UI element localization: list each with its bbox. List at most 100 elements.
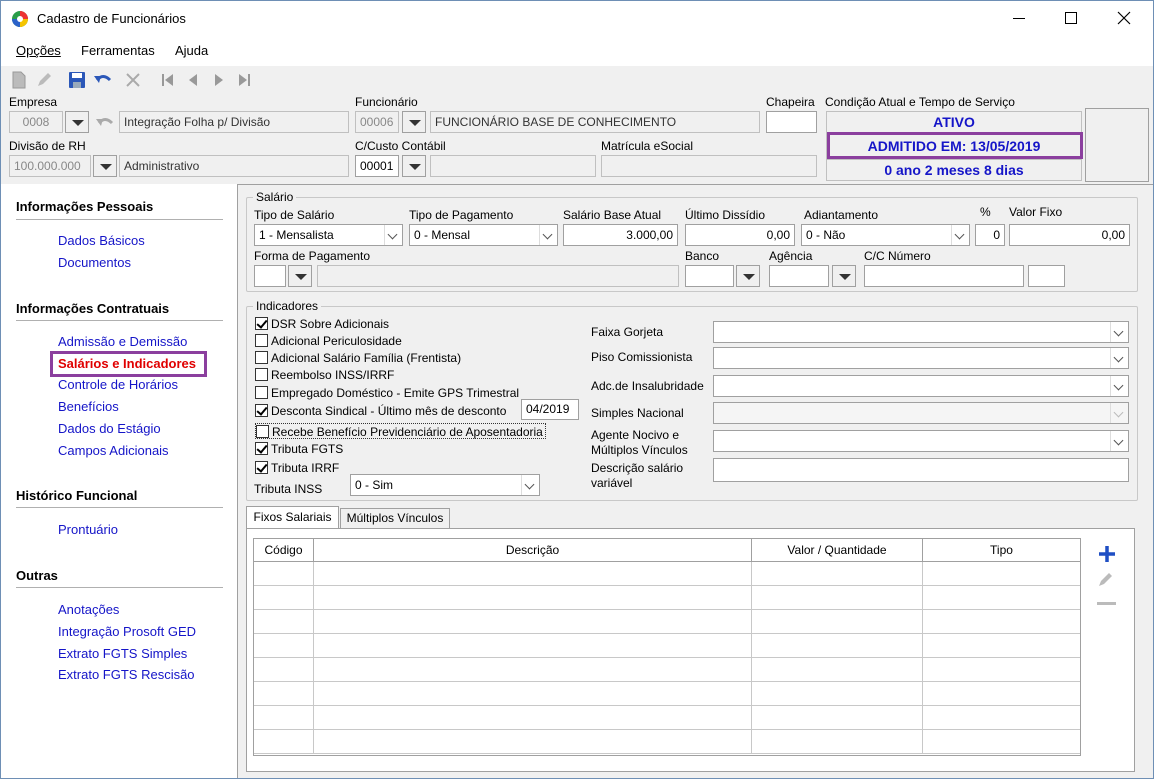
table-cell[interactable] [314, 562, 752, 586]
faixa-gorjeta-select[interactable] [713, 321, 1129, 343]
sidebar-item-documentos[interactable]: Documentos [58, 255, 131, 270]
delete-x-icon[interactable] [125, 72, 141, 88]
tab-fixos-salariais[interactable]: Fixos Salariais [246, 506, 339, 529]
sidebar-item-extrato-fgts-simples[interactable]: Extrato FGTS Simples [58, 646, 187, 661]
table-cell[interactable] [254, 682, 314, 706]
piso-comissionista-select[interactable] [713, 347, 1129, 369]
check-beneficio-aposentadoria[interactable]: Recebe Benefício Previdenciário de Apose… [255, 423, 546, 439]
menu-ajuda[interactable]: Ajuda [175, 43, 208, 58]
simples-nacional-select[interactable] [713, 402, 1129, 424]
table-cell[interactable] [923, 562, 1080, 586]
minimize-icon[interactable] [1013, 18, 1025, 19]
empresa-code-field[interactable]: 0008 [9, 111, 63, 133]
matricula-field[interactable] [601, 155, 817, 177]
forma-pagamento-code[interactable] [254, 265, 286, 287]
sidebar-item-campos-adicionais[interactable]: Campos Adicionais [58, 443, 169, 458]
table-cell[interactable] [254, 610, 314, 634]
refresh-arrow-icon[interactable] [94, 113, 116, 131]
check-dsr-adicionais[interactable]: DSR Sobre Adicionais [255, 316, 389, 332]
banco-field[interactable] [685, 265, 734, 287]
banco-dropdown[interactable] [736, 265, 760, 287]
salario-base-field[interactable]: 3.000,00 [563, 224, 678, 246]
edit-pencil-icon[interactable] [1097, 570, 1115, 588]
check-empregado-domestico[interactable]: Empregado Doméstico - Emite GPS Trimestr… [255, 385, 519, 401]
table-cell[interactable] [923, 610, 1080, 634]
custo-code-field[interactable]: 00001 [355, 155, 399, 177]
last-record-icon[interactable] [237, 73, 251, 87]
undo-icon[interactable] [93, 71, 113, 89]
adiantamento-select[interactable]: 0 - Não [801, 224, 970, 246]
sidebar-item-extrato-fgts-rescisao[interactable]: Extrato FGTS Rescisão [58, 667, 195, 682]
check-desconta-sindical[interactable]: Desconta Sindical - Último mês de descon… [255, 403, 506, 419]
divisao-dropdown-button[interactable] [93, 155, 117, 177]
table-cell[interactable] [254, 634, 314, 658]
column-descricao[interactable]: Descrição [314, 539, 752, 562]
table-cell[interactable] [254, 658, 314, 682]
add-plus-icon[interactable] [1097, 544, 1117, 564]
tipo-salario-select[interactable]: 1 - Mensalista [254, 224, 403, 246]
table-cell[interactable] [254, 586, 314, 610]
forma-pagamento-dropdown[interactable] [288, 265, 312, 287]
table-cell[interactable] [314, 610, 752, 634]
remove-minus-icon[interactable] [1097, 602, 1116, 605]
table-cell[interactable] [254, 706, 314, 730]
column-tipo[interactable]: Tipo [923, 539, 1080, 562]
table-cell[interactable] [752, 682, 923, 706]
agencia-dropdown[interactable] [832, 265, 856, 287]
fixos-salariais-table[interactable]: Código Descrição Valor / Quantidade Tipo [253, 538, 1081, 756]
edit-pencil-icon[interactable] [35, 71, 53, 89]
table-cell[interactable] [314, 706, 752, 730]
table-cell[interactable] [314, 658, 752, 682]
menu-ferramentas[interactable]: Ferramentas [81, 43, 155, 58]
check-tributa-fgts[interactable]: Tributa FGTS [255, 441, 343, 457]
table-cell[interactable] [923, 682, 1080, 706]
table-cell[interactable] [752, 610, 923, 634]
table-cell[interactable] [254, 562, 314, 586]
empresa-dropdown-button[interactable] [65, 111, 89, 133]
table-cell[interactable] [923, 706, 1080, 730]
column-valor-quantidade[interactable]: Valor / Quantidade [752, 539, 923, 562]
table-cell[interactable] [314, 586, 752, 610]
table-cell[interactable] [752, 706, 923, 730]
sidebar-item-anotacoes[interactable]: Anotações [58, 602, 119, 617]
insalubridade-select[interactable] [713, 375, 1129, 397]
table-cell[interactable] [752, 658, 923, 682]
funcionario-code-field[interactable]: 00006 [355, 111, 399, 133]
table-cell[interactable] [314, 634, 752, 658]
new-document-icon[interactable] [11, 71, 27, 89]
table-cell[interactable] [923, 586, 1080, 610]
table-cell[interactable] [314, 682, 752, 706]
cc-digito-field[interactable] [1028, 265, 1065, 287]
check-tributa-irrf[interactable]: Tributa IRRF [255, 460, 339, 476]
maximize-icon[interactable] [1065, 12, 1077, 24]
table-cell[interactable] [752, 634, 923, 658]
percent-field[interactable]: 0 [975, 224, 1005, 246]
valor-fixo-field[interactable]: 0,00 [1009, 224, 1130, 246]
check-adicional-periculosidade[interactable]: Adicional Periculosidade [255, 333, 402, 349]
close-icon[interactable] [1117, 11, 1131, 25]
sidebar-item-dados-estagio[interactable]: Dados do Estágio [58, 421, 161, 436]
agencia-field[interactable] [769, 265, 829, 287]
tab-multiplos-vinculos[interactable]: Múltiplos Vínculos [340, 508, 450, 528]
first-record-icon[interactable] [161, 73, 175, 87]
table-cell[interactable] [752, 586, 923, 610]
chapeira-field[interactable] [766, 111, 817, 133]
ultimo-dissidio-field[interactable]: 0,00 [685, 224, 795, 246]
table-cell[interactable] [752, 562, 923, 586]
table-cell[interactable] [752, 730, 923, 754]
menu-opcoes[interactable]: Opções [16, 43, 61, 58]
cc-numero-field[interactable] [864, 265, 1024, 287]
tipo-pagamento-select[interactable]: 0 - Mensal [409, 224, 558, 246]
next-record-icon[interactable] [213, 73, 225, 87]
previous-record-icon[interactable] [187, 73, 199, 87]
table-cell[interactable] [254, 730, 314, 754]
tributa-inss-select[interactable]: 0 - Sim [350, 474, 540, 496]
sindical-mes-field[interactable]: 04/2019 [521, 399, 579, 420]
sidebar-item-dados-basicos[interactable]: Dados Básicos [58, 233, 145, 248]
photo-frame[interactable] [1085, 108, 1149, 182]
table-cell[interactable] [923, 658, 1080, 682]
table-cell[interactable] [923, 634, 1080, 658]
agente-nocivo-select[interactable] [713, 430, 1129, 452]
divisao-code-field[interactable]: 100.000.000 [9, 155, 91, 177]
sidebar-item-beneficios[interactable]: Benefícios [58, 399, 119, 414]
